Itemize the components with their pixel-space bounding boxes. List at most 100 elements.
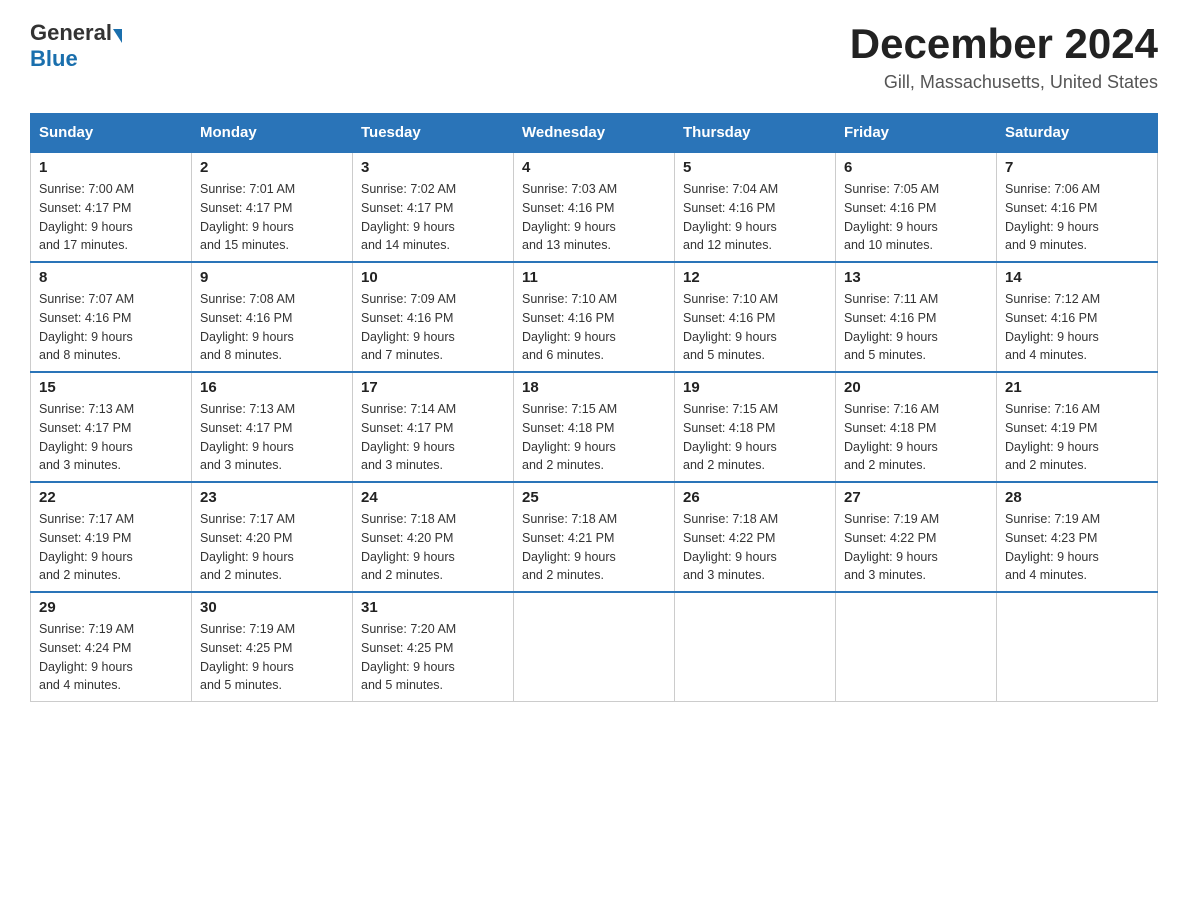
day-info: Sunrise: 7:19 AMSunset: 4:23 PMDaylight:… xyxy=(1005,510,1149,585)
day-number: 27 xyxy=(844,489,988,506)
header-saturday: Saturday xyxy=(997,114,1158,153)
day-number: 2 xyxy=(200,159,344,176)
day-info: Sunrise: 7:09 AMSunset: 4:16 PMDaylight:… xyxy=(361,290,505,365)
table-row: 1Sunrise: 7:00 AMSunset: 4:17 PMDaylight… xyxy=(31,152,192,262)
day-number: 15 xyxy=(39,379,183,396)
table-row: 16 Sunrise: 7:13 AMSunset: 4:17 PMDayligh… xyxy=(192,372,353,482)
table-row: 26Sunrise: 7:18 AMSunset: 4:22 PMDayligh… xyxy=(675,482,836,592)
day-number: 20 xyxy=(844,379,988,396)
calendar-week-row: 8Sunrise: 7:07 AMSunset: 4:16 PMDaylight… xyxy=(31,262,1158,372)
day-info: Sunrise: 7:07 AMSunset: 4:16 PMDaylight:… xyxy=(39,290,183,365)
logo-general-text: General xyxy=(30,20,112,46)
day-info: Sunrise: 7:17 AMSunset: 4:20 PMDaylight:… xyxy=(200,510,344,585)
day-number: 5 xyxy=(683,159,827,176)
table-row: 29Sunrise: 7:19 AMSunset: 4:24 PMDayligh… xyxy=(31,592,192,702)
day-info: Sunrise: 7:03 AMSunset: 4:16 PMDaylight:… xyxy=(522,180,666,255)
calendar-week-row: 1Sunrise: 7:00 AMSunset: 4:17 PMDaylight… xyxy=(31,152,1158,262)
day-info: Sunrise: 7:18 AMSunset: 4:22 PMDaylight:… xyxy=(683,510,827,585)
table-row: 22 Sunrise: 7:17 AMSunset: 4:19 PMDayligh… xyxy=(31,482,192,592)
day-info: Sunrise: 7:10 AMSunset: 4:16 PMDaylight:… xyxy=(683,290,827,365)
table-row xyxy=(514,592,675,702)
calendar-header-row: Sunday Monday Tuesday Wednesday Thursday… xyxy=(31,114,1158,153)
header-sunday: Sunday xyxy=(31,114,192,153)
table-row: 13 Sunrise: 7:11 AMSunset: 4:16 PMDayligh… xyxy=(836,262,997,372)
day-info: Sunrise: 7:19 AMSunset: 4:22 PMDaylight:… xyxy=(844,510,988,585)
table-row: 7Sunrise: 7:06 AMSunset: 4:16 PMDaylight… xyxy=(997,152,1158,262)
table-row: 5 Sunrise: 7:04 AMSunset: 4:16 PMDaylight… xyxy=(675,152,836,262)
header-tuesday: Tuesday xyxy=(353,114,514,153)
table-row: 21 Sunrise: 7:16 AMSunset: 4:19 PMDayligh… xyxy=(997,372,1158,482)
day-info: Sunrise: 7:13 AMSunset: 4:17 PMDaylight:… xyxy=(39,400,183,475)
table-row: 25Sunrise: 7:18 AMSunset: 4:21 PMDayligh… xyxy=(514,482,675,592)
day-number: 21 xyxy=(1005,379,1149,396)
table-row: 24Sunrise: 7:18 AMSunset: 4:20 PMDayligh… xyxy=(353,482,514,592)
header-wednesday: Wednesday xyxy=(514,114,675,153)
day-number: 1 xyxy=(39,159,183,176)
table-row: 23 Sunrise: 7:17 AMSunset: 4:20 PMDayligh… xyxy=(192,482,353,592)
day-info: Sunrise: 7:16 AMSunset: 4:19 PMDaylight:… xyxy=(1005,400,1149,475)
day-number: 25 xyxy=(522,489,666,506)
table-row: 30 Sunrise: 7:19 AMSunset: 4:25 PMDayligh… xyxy=(192,592,353,702)
day-number: 23 xyxy=(200,489,344,506)
table-row: 14 Sunrise: 7:12 AMSunset: 4:16 PMDayligh… xyxy=(997,262,1158,372)
day-info: Sunrise: 7:14 AMSunset: 4:17 PMDaylight:… xyxy=(361,400,505,475)
day-info: Sunrise: 7:13 AMSunset: 4:17 PMDaylight:… xyxy=(200,400,344,475)
day-info: Sunrise: 7:11 AMSunset: 4:16 PMDaylight:… xyxy=(844,290,988,365)
day-number: 22 xyxy=(39,489,183,506)
day-number: 6 xyxy=(844,159,988,176)
table-row: 15 Sunrise: 7:13 AMSunset: 4:17 PMDayligh… xyxy=(31,372,192,482)
day-number: 24 xyxy=(361,489,505,506)
table-row: 6 Sunrise: 7:05 AMSunset: 4:16 PMDaylight… xyxy=(836,152,997,262)
table-row: 28 Sunrise: 7:19 AMSunset: 4:23 PMDayligh… xyxy=(997,482,1158,592)
day-number: 16 xyxy=(200,379,344,396)
day-info: Sunrise: 7:05 AMSunset: 4:16 PMDaylight:… xyxy=(844,180,988,255)
day-number: 13 xyxy=(844,269,988,286)
day-info: Sunrise: 7:16 AMSunset: 4:18 PMDaylight:… xyxy=(844,400,988,475)
day-number: 14 xyxy=(1005,269,1149,286)
day-number: 18 xyxy=(522,379,666,396)
day-info: Sunrise: 7:15 AMSunset: 4:18 PMDaylight:… xyxy=(522,400,666,475)
day-number: 29 xyxy=(39,599,183,616)
logo-arrow-icon xyxy=(113,29,122,43)
day-info: Sunrise: 7:08 AMSunset: 4:16 PMDaylight:… xyxy=(200,290,344,365)
day-number: 3 xyxy=(361,159,505,176)
logo: General Blue xyxy=(30,20,122,72)
day-info: Sunrise: 7:04 AMSunset: 4:16 PMDaylight:… xyxy=(683,180,827,255)
day-info: Sunrise: 7:12 AMSunset: 4:16 PMDaylight:… xyxy=(1005,290,1149,365)
header-thursday: Thursday xyxy=(675,114,836,153)
day-number: 19 xyxy=(683,379,827,396)
day-number: 4 xyxy=(522,159,666,176)
table-row: 12 Sunrise: 7:10 AMSunset: 4:16 PMDayligh… xyxy=(675,262,836,372)
day-info: Sunrise: 7:10 AMSunset: 4:16 PMDaylight:… xyxy=(522,290,666,365)
table-row: 2 Sunrise: 7:01 AMSunset: 4:17 PMDaylight… xyxy=(192,152,353,262)
table-row: 8Sunrise: 7:07 AMSunset: 4:16 PMDaylight… xyxy=(31,262,192,372)
calendar-week-row: 29Sunrise: 7:19 AMSunset: 4:24 PMDayligh… xyxy=(31,592,1158,702)
day-number: 30 xyxy=(200,599,344,616)
table-row: 3 Sunrise: 7:02 AMSunset: 4:17 PMDaylight… xyxy=(353,152,514,262)
day-info: Sunrise: 7:06 AMSunset: 4:16 PMDaylight:… xyxy=(1005,180,1149,255)
title-block: December 2024 Gill, Massachusetts, Unite… xyxy=(850,20,1158,93)
day-number: 10 xyxy=(361,269,505,286)
day-number: 31 xyxy=(361,599,505,616)
table-row: 27 Sunrise: 7:19 AMSunset: 4:22 PMDayligh… xyxy=(836,482,997,592)
day-number: 17 xyxy=(361,379,505,396)
day-number: 9 xyxy=(200,269,344,286)
header-monday: Monday xyxy=(192,114,353,153)
page-header: General Blue December 2024 Gill, Massach… xyxy=(30,20,1158,93)
day-info: Sunrise: 7:17 AMSunset: 4:19 PMDaylight:… xyxy=(39,510,183,585)
day-info: Sunrise: 7:02 AMSunset: 4:17 PMDaylight:… xyxy=(361,180,505,255)
table-row: 20 Sunrise: 7:16 AMSunset: 4:18 PMDayligh… xyxy=(836,372,997,482)
table-row xyxy=(836,592,997,702)
location-subtitle: Gill, Massachusetts, United States xyxy=(850,72,1158,93)
table-row: 10 Sunrise: 7:09 AMSunset: 4:16 PMDayligh… xyxy=(353,262,514,372)
header-friday: Friday xyxy=(836,114,997,153)
table-row xyxy=(675,592,836,702)
day-number: 12 xyxy=(683,269,827,286)
table-row: 19Sunrise: 7:15 AMSunset: 4:18 PMDayligh… xyxy=(675,372,836,482)
day-info: Sunrise: 7:01 AMSunset: 4:17 PMDaylight:… xyxy=(200,180,344,255)
month-title: December 2024 xyxy=(850,20,1158,68)
day-number: 28 xyxy=(1005,489,1149,506)
day-info: Sunrise: 7:19 AMSunset: 4:25 PMDaylight:… xyxy=(200,620,344,695)
calendar-week-row: 22 Sunrise: 7:17 AMSunset: 4:19 PMDayligh… xyxy=(31,482,1158,592)
table-row: 18 Sunrise: 7:15 AMSunset: 4:18 PMDayligh… xyxy=(514,372,675,482)
